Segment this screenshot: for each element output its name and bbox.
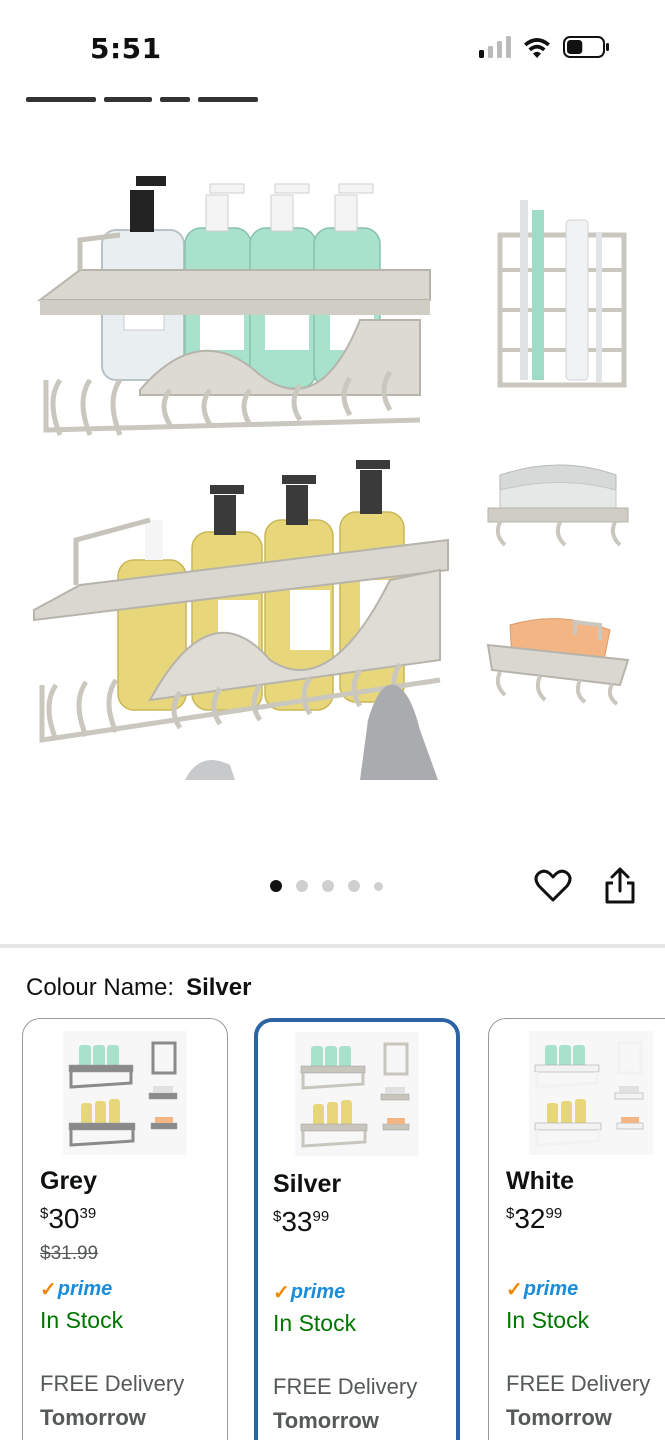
battery-icon	[563, 36, 609, 58]
colour-name-label: Colour Name: Silver	[26, 974, 251, 1002]
towel-shelf-image	[487, 464, 629, 547]
price-currency: $	[40, 1205, 49, 1222]
prime-badge: ✓ prime	[506, 1277, 578, 1302]
share-button[interactable]	[602, 866, 638, 906]
colour-label-text: Colour Name:	[26, 974, 175, 1001]
prime-text: prime	[57, 1278, 113, 1300]
prime-check-icon: ✓	[40, 1279, 57, 1301]
colour-variant-card-grey[interactable]: Grey $3039 $31.99 ✓ prime In Stock FREE D…	[22, 1018, 228, 1440]
signal-icon	[479, 36, 511, 58]
carousel-dot[interactable]	[374, 881, 383, 891]
colour-variant-card-silver[interactable]: Silver $3399 ✓ prime In Stock FREE Delive…	[254, 1018, 460, 1440]
carousel-dot[interactable]	[270, 880, 282, 892]
truncated-title-fragment	[26, 88, 306, 102]
carousel-dot[interactable]	[322, 880, 334, 892]
status-time: 5:51	[90, 32, 162, 65]
price-whole: 30	[48, 1203, 80, 1234]
variant-was-price: $31.99	[40, 1243, 99, 1264]
shelf-image-top	[37, 176, 431, 436]
variant-name: Grey	[40, 1167, 97, 1195]
prime-badge: ✓ prime	[40, 1277, 112, 1302]
variant-price: $3399	[273, 1206, 329, 1238]
status-bar: 5:51	[0, 0, 665, 100]
price-whole: 33	[281, 1206, 313, 1237]
delivery-text: FREE Delivery	[40, 1371, 185, 1396]
price-whole: 32	[514, 1203, 546, 1234]
price-currency: $	[506, 1205, 515, 1222]
selected-colour-value: Silver	[186, 974, 252, 1001]
stock-status: In Stock	[506, 1307, 590, 1333]
carousel-dot[interactable]	[296, 880, 308, 892]
prime-text: prime	[290, 1281, 346, 1303]
product-image[interactable]	[0, 140, 665, 780]
price-fraction: 99	[312, 1208, 330, 1225]
prime-text: prime	[523, 1278, 579, 1300]
stock-status: In Stock	[40, 1307, 124, 1333]
variant-name: Silver	[273, 1170, 342, 1198]
prime-check-icon: ✓	[506, 1279, 523, 1301]
carousel-dot[interactable]	[348, 880, 360, 892]
delivery-day: Tomorrow	[40, 1405, 146, 1430]
variant-thumbnail	[63, 1031, 187, 1155]
delivery-text: FREE Delivery	[506, 1371, 651, 1396]
status-icons	[479, 36, 609, 58]
price-fraction: 39	[79, 1205, 97, 1222]
toothbrush-holder-image	[497, 200, 627, 388]
section-divider	[0, 944, 665, 948]
variant-price: $3299	[506, 1203, 562, 1235]
variant-thumbnail	[529, 1031, 653, 1155]
prime-badge: ✓ prime	[273, 1280, 345, 1305]
soap-dish-image	[486, 618, 630, 706]
wishlist-button[interactable]	[533, 866, 573, 906]
price-fraction: 99	[545, 1205, 563, 1222]
variant-price: $3039	[40, 1203, 96, 1235]
delivery-day: Tomorrow	[273, 1408, 379, 1433]
delivery-day: Tomorrow	[506, 1405, 612, 1430]
wifi-icon	[524, 38, 550, 58]
variant-name: White	[506, 1167, 575, 1195]
image-carousel-dots[interactable]	[270, 880, 383, 892]
variant-thumbnail	[295, 1032, 419, 1156]
share-icon	[605, 867, 635, 904]
heart-icon	[534, 869, 572, 902]
prime-check-icon: ✓	[273, 1282, 290, 1304]
stock-status: In Stock	[273, 1310, 357, 1336]
delivery-text: FREE Delivery	[273, 1374, 418, 1399]
price-currency: $	[273, 1208, 282, 1225]
colour-variant-card-white[interactable]: White $3299 ✓ prime In Stock FREE Deliver…	[488, 1018, 665, 1440]
shelf-image-bottom	[33, 460, 449, 780]
